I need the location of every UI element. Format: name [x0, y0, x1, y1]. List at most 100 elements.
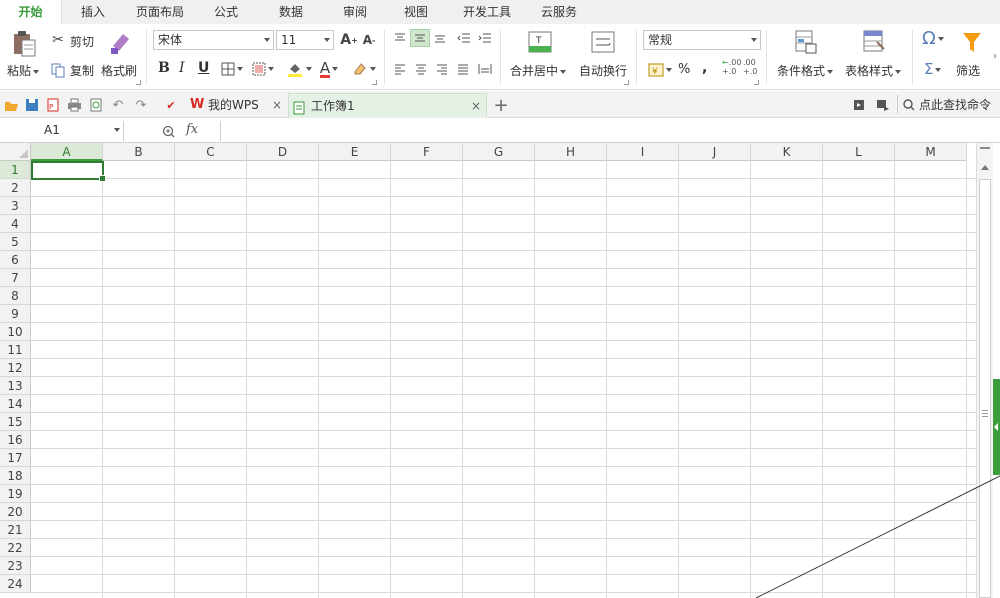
- column-header-h[interactable]: H: [535, 143, 607, 161]
- close-icon[interactable]: ×: [272, 93, 282, 117]
- scissors-icon[interactable]: ✂: [50, 32, 66, 48]
- scroll-up-icon[interactable]: [981, 165, 989, 170]
- tab-page-layout[interactable]: 页面布局: [124, 0, 196, 24]
- conditional-format-icon[interactable]: [794, 29, 818, 55]
- decrease-font-icon[interactable]: A-: [360, 30, 378, 50]
- tab-insert[interactable]: 插入: [62, 0, 124, 24]
- increase-decimal-button[interactable]: ←.00 +.0: [722, 58, 741, 76]
- merge-center-icon[interactable]: T: [527, 30, 553, 54]
- row-header-18[interactable]: 18: [0, 467, 31, 485]
- comma-button[interactable]: ,: [702, 60, 707, 76]
- column-header-g[interactable]: G: [463, 143, 535, 161]
- italic-button[interactable]: I: [179, 60, 185, 76]
- justify-icon[interactable]: [455, 61, 471, 77]
- row-header-6[interactable]: 6: [0, 251, 31, 269]
- row-header-21[interactable]: 21: [0, 521, 31, 539]
- copy-button[interactable]: 复制: [70, 62, 94, 79]
- table-style-button[interactable]: 表格样式: [845, 62, 902, 79]
- column-header-l[interactable]: L: [823, 143, 895, 161]
- share-icon[interactable]: [875, 97, 891, 113]
- align-bottom-icon[interactable]: [432, 30, 448, 46]
- row-header-19[interactable]: 19: [0, 485, 31, 503]
- row-header-16[interactable]: 16: [0, 431, 31, 449]
- column-header-f[interactable]: F: [391, 143, 463, 161]
- align-left-icon[interactable]: [392, 61, 408, 77]
- format-painter-icon[interactable]: [106, 29, 134, 57]
- alignment-launcher[interactable]: [624, 80, 629, 85]
- row-header-9[interactable]: 9: [0, 305, 31, 323]
- customize-qat-icon[interactable]: ✔: [163, 97, 179, 113]
- paste-icon[interactable]: [10, 30, 38, 58]
- close-icon[interactable]: ×: [471, 94, 481, 118]
- table-style-icon[interactable]: [862, 29, 886, 55]
- increase-font-icon[interactable]: A +: [340, 30, 358, 50]
- column-header-i[interactable]: I: [607, 143, 679, 161]
- row-header-23[interactable]: 23: [0, 557, 31, 575]
- active-cell-a1[interactable]: [31, 161, 106, 182]
- row-header-17[interactable]: 17: [0, 449, 31, 467]
- insert-function-button[interactable]: fx: [186, 122, 198, 137]
- decrease-indent-icon[interactable]: [455, 30, 473, 46]
- column-header-c[interactable]: C: [175, 143, 247, 161]
- cell-fill-icon[interactable]: [250, 60, 276, 78]
- border-icon[interactable]: [220, 60, 244, 78]
- tab-home[interactable]: 开始: [0, 0, 62, 24]
- new-tab-plus-icon[interactable]: +: [492, 95, 510, 116]
- row-header-10[interactable]: 10: [0, 323, 31, 341]
- row-header-22[interactable]: 22: [0, 539, 31, 557]
- column-header-m[interactable]: M: [895, 143, 967, 161]
- row-header-3[interactable]: 3: [0, 197, 31, 215]
- align-right-icon[interactable]: [434, 61, 450, 77]
- row-header-15[interactable]: 15: [0, 413, 31, 431]
- row-header-14[interactable]: 14: [0, 395, 31, 413]
- align-center-icon[interactable]: [413, 61, 429, 77]
- tab-review[interactable]: 审阅: [326, 0, 384, 24]
- fill-color-icon[interactable]: [285, 58, 313, 80]
- tab-cloud[interactable]: 云服务: [526, 0, 592, 24]
- currency-icon[interactable]: ¥: [646, 60, 674, 80]
- increase-indent-icon[interactable]: [476, 30, 494, 46]
- save-icon[interactable]: [24, 97, 40, 113]
- open-folder-icon[interactable]: [3, 97, 19, 113]
- filter-icon[interactable]: [960, 29, 984, 57]
- search-commands-button[interactable]: 点此查找命令: [919, 96, 991, 113]
- number-launcher[interactable]: [754, 80, 759, 85]
- row-header-2[interactable]: 2: [0, 179, 31, 197]
- font-name-select[interactable]: 宋体: [153, 30, 274, 50]
- number-format-select[interactable]: 常规: [643, 30, 761, 50]
- row-header-8[interactable]: 8: [0, 287, 31, 305]
- font-size-select[interactable]: 11: [276, 30, 334, 50]
- tab-view[interactable]: 视图: [384, 0, 448, 24]
- row-header-5[interactable]: 5: [0, 233, 31, 251]
- print-preview-icon[interactable]: [88, 97, 104, 113]
- row-header-20[interactable]: 20: [0, 503, 31, 521]
- column-header-k[interactable]: K: [751, 143, 823, 161]
- paste-button[interactable]: 粘贴: [7, 62, 40, 79]
- bold-button[interactable]: B: [158, 60, 170, 76]
- tab-workbook1[interactable]: 工作簿1 ×: [288, 93, 487, 118]
- row-header-4[interactable]: 4: [0, 215, 31, 233]
- column-header-e[interactable]: E: [319, 143, 391, 161]
- underline-button[interactable]: U: [198, 60, 209, 76]
- tab-data[interactable]: 数据: [256, 0, 326, 24]
- decrease-decimal-button[interactable]: .00 +.0: [743, 58, 757, 76]
- scroll-top-icon[interactable]: [980, 147, 990, 149]
- symbol-button[interactable]: Ω: [922, 28, 944, 49]
- clipboard-launcher[interactable]: [136, 80, 141, 85]
- ribbon-scroll-right-icon[interactable]: ›: [990, 50, 1000, 62]
- row-header-1[interactable]: 1: [0, 161, 31, 179]
- format-painter-button[interactable]: 格式刷: [101, 62, 137, 79]
- row-header-12[interactable]: 12: [0, 359, 31, 377]
- align-top-icon[interactable]: [392, 30, 408, 46]
- tab-developer[interactable]: 开发工具: [448, 0, 526, 24]
- distributed-align-icon[interactable]: [476, 61, 494, 77]
- column-header-j[interactable]: J: [679, 143, 751, 161]
- align-middle-icon[interactable]: [410, 29, 430, 47]
- conditional-format-button[interactable]: 条件格式: [777, 62, 834, 79]
- print-icon[interactable]: [66, 97, 82, 113]
- cloud-sync-icon[interactable]: [852, 97, 866, 113]
- row-header-11[interactable]: 11: [0, 341, 31, 359]
- redo-icon[interactable]: ↷: [133, 97, 149, 113]
- undo-icon[interactable]: ↶: [110, 97, 126, 113]
- column-header-a[interactable]: A: [31, 143, 103, 161]
